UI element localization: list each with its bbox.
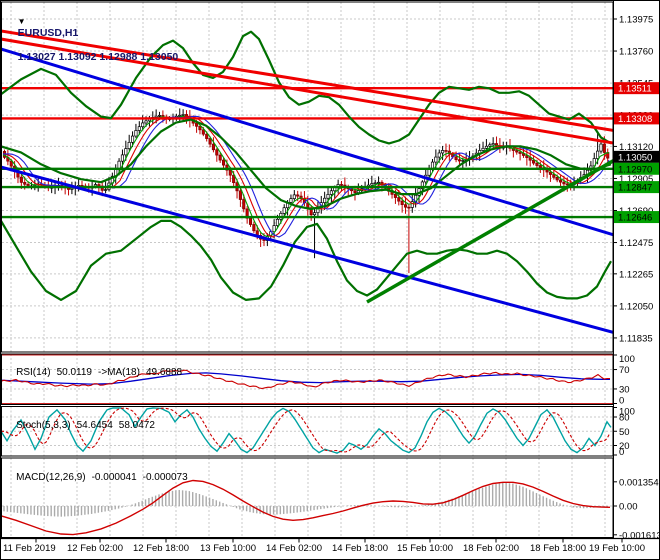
svg-text:-0.001613: -0.001613	[619, 530, 660, 541]
rsi-name: RSI(14)	[16, 367, 51, 378]
indicator-axes[interactable]: 1007030010080502000.0013540.00-0.001613	[613, 354, 660, 541]
price-badge: 1.13050	[614, 150, 659, 163]
time-tick-label: 11 Feb 2019	[3, 543, 56, 554]
time-tick-label: 14 Feb 18:00	[332, 543, 388, 554]
chart-window: ▼ EURUSD,H1 1.13027 1.13092 1.12988 1.13…	[0, 0, 660, 560]
svg-text:0: 0	[619, 396, 624, 407]
svg-text:100: 100	[619, 354, 635, 365]
stoch-name: Stoch(5,3,3)	[16, 420, 71, 431]
ma-ribbon-layer	[2, 115, 610, 238]
svg-text:70: 70	[619, 365, 630, 376]
panel-frames	[1, 1, 659, 540]
svg-text:1.12847: 1.12847	[618, 183, 652, 194]
price-badge: 1.12970	[614, 162, 659, 175]
rsi-ma-value: 49.6888	[145, 367, 183, 378]
stoch-indicator-label: Stoch(5,3,3) 54.6454 58.0472	[5, 409, 155, 442]
svg-text:1.12970: 1.12970	[618, 164, 652, 175]
svg-text:1.13308: 1.13308	[618, 114, 652, 125]
svg-text:1.12646: 1.12646	[618, 213, 652, 224]
svg-text:0.001354: 0.001354	[619, 477, 659, 488]
chart-title: ▼ EURUSD,H1 1.13027 1.13092 1.12988 1.13…	[6, 3, 179, 75]
macd-name: MACD(12,26,9)	[16, 472, 86, 483]
quote-values-label: 1.13027 1.13092 1.12988 1.13050	[17, 51, 179, 63]
price-tick-label: 1.12475	[619, 238, 653, 249]
svg-text:50: 50	[619, 427, 630, 438]
svg-text:1.13511: 1.13511	[618, 84, 652, 95]
time-tick-label: 19 Feb 10:00	[589, 543, 645, 554]
macd-signal-value: -0.000073	[142, 472, 188, 483]
price-tick-label: 1.13760	[619, 47, 653, 58]
macd-indicator-label: MACD(12,26,9) -0.000041 -0.000073	[5, 461, 188, 494]
svg-text:0.00: 0.00	[619, 502, 638, 513]
svg-text:0: 0	[619, 447, 624, 458]
price-tick-label: 1.11835	[619, 333, 653, 344]
svg-text:80: 80	[619, 413, 630, 424]
time-tick-label: 18 Feb 18:00	[530, 543, 586, 554]
price-badge: 1.12646	[614, 211, 659, 224]
svg-text:30: 30	[619, 384, 630, 395]
rsi-ma-name: ->MA(18)	[97, 367, 140, 378]
time-tick-label: 14 Feb 02:00	[266, 543, 322, 554]
time-axis[interactable]: 11 Feb 2019 12 Feb 02:00 12 Feb 18:00 13 Fe…	[3, 538, 645, 555]
stoch-d-value: 58.0472	[118, 420, 155, 431]
bollinger-lower-band	[2, 219, 612, 301]
price-badge: 1.12847	[614, 181, 659, 194]
price-badge: 1.13511	[614, 82, 659, 95]
macd-value: -0.000041	[91, 472, 137, 483]
time-tick-label: 15 Feb 10:00	[397, 543, 453, 554]
time-tick-label: 18 Feb 02:00	[463, 543, 519, 554]
time-tick-label: 13 Feb 10:00	[200, 543, 256, 554]
price-tick-label: 1.12265	[619, 269, 653, 280]
time-tick-label: 12 Feb 18:00	[133, 543, 189, 554]
time-tick-label: 12 Feb 02:00	[67, 543, 123, 554]
stoch-k-value: 54.6454	[76, 420, 113, 431]
price-badge: 1.13308	[614, 112, 659, 125]
symbol-dropdown-icon[interactable]: ▼	[18, 17, 26, 26]
price-axis[interactable]: 1.139751.137601.135451.133301.131201.129…	[613, 15, 660, 345]
price-tick-label: 1.13975	[619, 15, 653, 26]
svg-text:1.13050: 1.13050	[618, 152, 652, 163]
symbol-period-label: EURUSD,H1	[17, 27, 79, 39]
rsi-indicator-label: RSI(14) 50.0119 ->MA(18) 49.6888	[5, 356, 182, 389]
rsi-value: 50.0119	[56, 367, 92, 378]
descending-channel-upper	[2, 47, 613, 237]
price-tick-label: 1.12050	[619, 301, 653, 312]
